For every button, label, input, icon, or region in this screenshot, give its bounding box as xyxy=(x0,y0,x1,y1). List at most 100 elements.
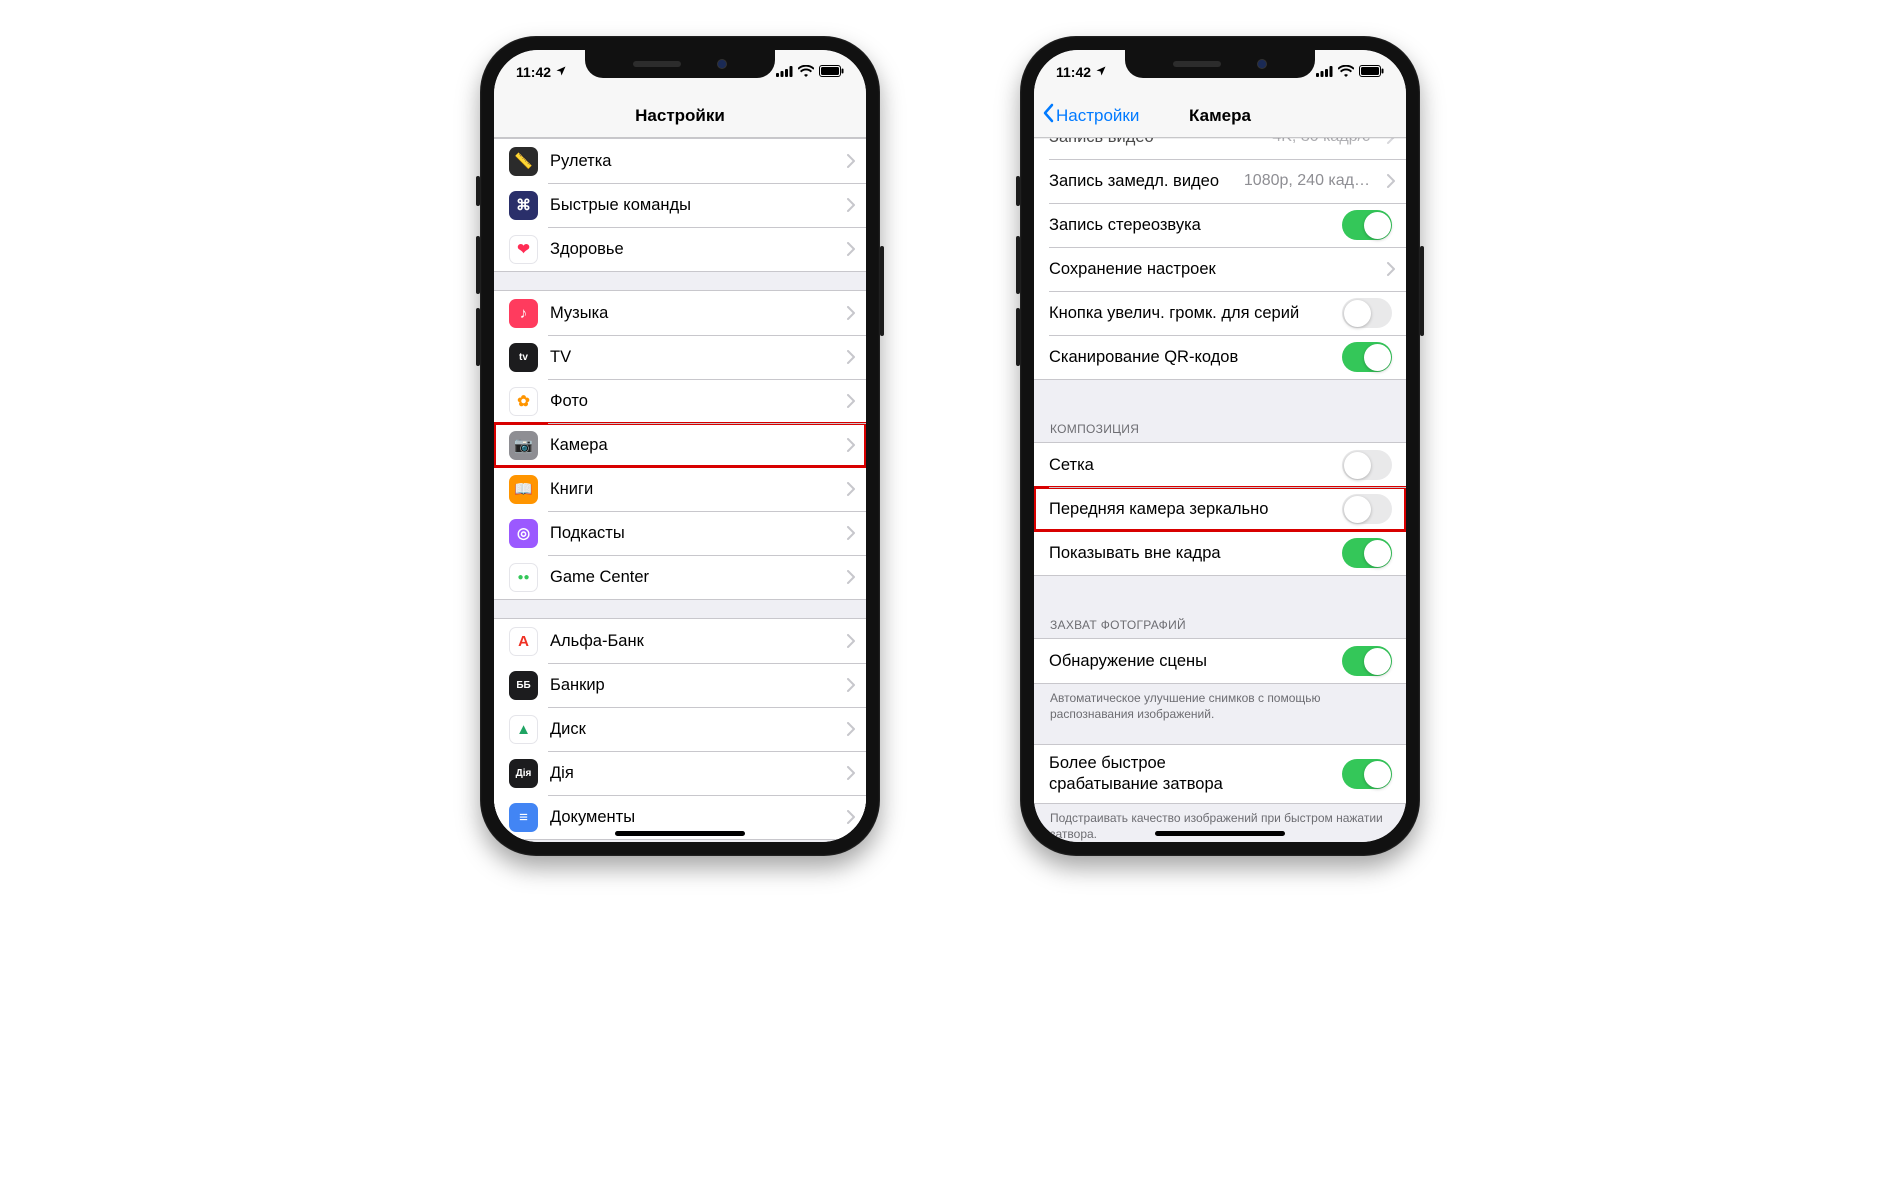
chevron-right-icon xyxy=(836,634,866,648)
location-icon xyxy=(1095,64,1107,80)
screen-right: 11:42 Настройки Камера Запись видео4K, 3… xyxy=(1034,50,1406,842)
settings-row-tv[interactable]: tv TV xyxy=(494,335,866,379)
podcasts-icon: ◎ xyxy=(509,519,538,548)
chevron-right-icon xyxy=(836,766,866,780)
toggle-switch[interactable] xyxy=(1342,450,1392,480)
docs-icon: ≡ xyxy=(509,803,538,832)
chevron-right-icon xyxy=(836,242,866,256)
settings-row-camera[interactable]: 📷Камера xyxy=(494,423,866,467)
row-label: Альфа-Банк xyxy=(550,632,836,651)
settings-row-health[interactable]: ❤Здоровье xyxy=(494,227,866,271)
row-label: Game Center xyxy=(550,568,836,587)
toggle-switch[interactable] xyxy=(1342,298,1392,328)
camera-row[interactable]: Запись замедл. видео1080p, 240 кад… xyxy=(1034,159,1406,203)
chevron-right-icon xyxy=(836,570,866,584)
phone-frame-right: 11:42 Настройки Камера Запись видео4K, 3… xyxy=(1020,36,1420,856)
row-value: 1080p, 240 кад… xyxy=(1244,172,1370,190)
camera-row[interactable]: Передняя камера зеркально xyxy=(1034,487,1406,531)
nav-title: Камера xyxy=(1189,106,1251,126)
navbar: Настройки Камера xyxy=(1034,94,1406,138)
row-label: Здоровье xyxy=(550,240,836,259)
row-label: Рулетка xyxy=(550,152,836,171)
row-label: Обнаружение сцены xyxy=(1049,652,1342,671)
chevron-right-icon xyxy=(836,306,866,320)
toggle-switch[interactable] xyxy=(1342,646,1392,676)
row-label: Книги xyxy=(550,480,836,499)
camera-row[interactable]: Обнаружение сцены xyxy=(1034,639,1406,683)
chevron-right-icon xyxy=(836,678,866,692)
signal-icon xyxy=(1316,64,1333,80)
settings-row-diia[interactable]: ДіяДія xyxy=(494,751,866,795)
toggle-switch[interactable] xyxy=(1342,494,1392,524)
notch xyxy=(1125,50,1315,78)
music-icon: ♪ xyxy=(509,299,538,328)
chevron-right-icon xyxy=(1376,138,1406,144)
row-label: Дія xyxy=(550,764,836,783)
settings-row-gamecenter[interactable]: ●●Game Center xyxy=(494,555,866,599)
row-label: Фото xyxy=(550,392,836,411)
toggle-switch[interactable] xyxy=(1342,759,1392,789)
row-label: Подкасты xyxy=(550,524,836,543)
settings-row-books[interactable]: 📖Книги xyxy=(494,467,866,511)
tv-icon: tv xyxy=(509,343,538,372)
camera-row[interactable]: Запись видео4K, 30 кадр/с xyxy=(1034,138,1406,159)
status-time: 11:42 xyxy=(516,64,551,80)
location-icon xyxy=(555,64,567,80)
settings-row-podcasts[interactable]: ◎ Подкасты xyxy=(494,511,866,555)
chevron-right-icon xyxy=(1376,262,1406,276)
row-label: Кнопка увелич. громк. для серий xyxy=(1049,304,1342,323)
settings-row-shortcuts[interactable]: ⌘ Быстрые команды xyxy=(494,183,866,227)
row-label: Сохранение настроек xyxy=(1049,260,1376,279)
row-label: Запись видео xyxy=(1049,138,1272,147)
toggle-switch[interactable] xyxy=(1342,210,1392,240)
chevron-right-icon xyxy=(836,394,866,408)
toggle-switch[interactable] xyxy=(1342,538,1392,568)
camera-row[interactable]: Более быстрое срабатывание затвора xyxy=(1034,745,1406,802)
camera-row[interactable]: Сканирование QR-кодов xyxy=(1034,335,1406,379)
row-label: Быстрые команды xyxy=(550,196,836,215)
chevron-right-icon xyxy=(1376,174,1406,188)
settings-row-ruler[interactable]: 📏Рулетка xyxy=(494,139,866,183)
row-label: TV xyxy=(550,348,836,367)
row-label: Диск xyxy=(550,720,836,739)
back-button[interactable]: Настройки xyxy=(1042,103,1139,128)
settings-row-alfabank[interactable]: ААльфа-Банк xyxy=(494,619,866,663)
camera-row[interactable]: Показывать вне кадра xyxy=(1034,531,1406,575)
nav-title: Настройки xyxy=(635,106,725,126)
bankir-icon: ББ xyxy=(509,671,538,700)
chevron-right-icon xyxy=(836,350,866,364)
camera-row[interactable]: Сохранение настроек xyxy=(1034,247,1406,291)
back-label: Настройки xyxy=(1056,106,1139,126)
group-header: ЗАХВАТ ФОТОГРАФИЙ xyxy=(1034,594,1406,638)
chevron-right-icon xyxy=(836,722,866,736)
row-label: Сканирование QR-кодов xyxy=(1049,348,1342,367)
settings-list[interactable]: 📏Рулетка ⌘ Быстрые команды ❤Здоровье ♪Музыка… xyxy=(494,138,866,842)
settings-row-music[interactable]: ♪Музыка xyxy=(494,291,866,335)
wifi-icon xyxy=(1338,64,1354,80)
settings-row-disk[interactable]: ▲ Диск xyxy=(494,707,866,751)
navbar: Настройки xyxy=(494,94,866,138)
chevron-right-icon xyxy=(836,810,866,824)
camera-row[interactable]: Сетка xyxy=(1034,443,1406,487)
camera-settings[interactable]: Запись видео4K, 30 кадр/сЗапись замедл. … xyxy=(1034,138,1406,842)
row-label: Запись стереозвука xyxy=(1049,216,1342,235)
camera-icon: 📷 xyxy=(509,431,538,460)
phone-frame-left: 11:42 Настройки 📏Рулетка ⌘ Быстрые команды… xyxy=(480,36,880,856)
settings-row-bankir[interactable]: БББанкир xyxy=(494,663,866,707)
shortcuts-icon: ⌘ xyxy=(509,191,538,220)
photos-icon: ✿ xyxy=(509,387,538,416)
settings-row-photos[interactable]: ✿ Фото xyxy=(494,379,866,423)
toggle-switch[interactable] xyxy=(1342,342,1392,372)
group-footer: Автоматическое улучшение снимков с помощ… xyxy=(1034,684,1406,726)
camera-row[interactable]: Кнопка увелич. громк. для серий xyxy=(1034,291,1406,335)
home-indicator[interactable] xyxy=(1155,831,1285,836)
group-header: КОМПОЗИЦИЯ xyxy=(1034,398,1406,442)
wifi-icon xyxy=(798,64,814,80)
chevron-left-icon xyxy=(1042,103,1054,128)
signal-icon xyxy=(776,64,793,80)
home-indicator[interactable] xyxy=(615,831,745,836)
battery-icon xyxy=(819,64,844,80)
disk-icon: ▲ xyxy=(509,715,538,744)
chevron-right-icon xyxy=(836,154,866,168)
camera-row[interactable]: Запись стереозвука xyxy=(1034,203,1406,247)
